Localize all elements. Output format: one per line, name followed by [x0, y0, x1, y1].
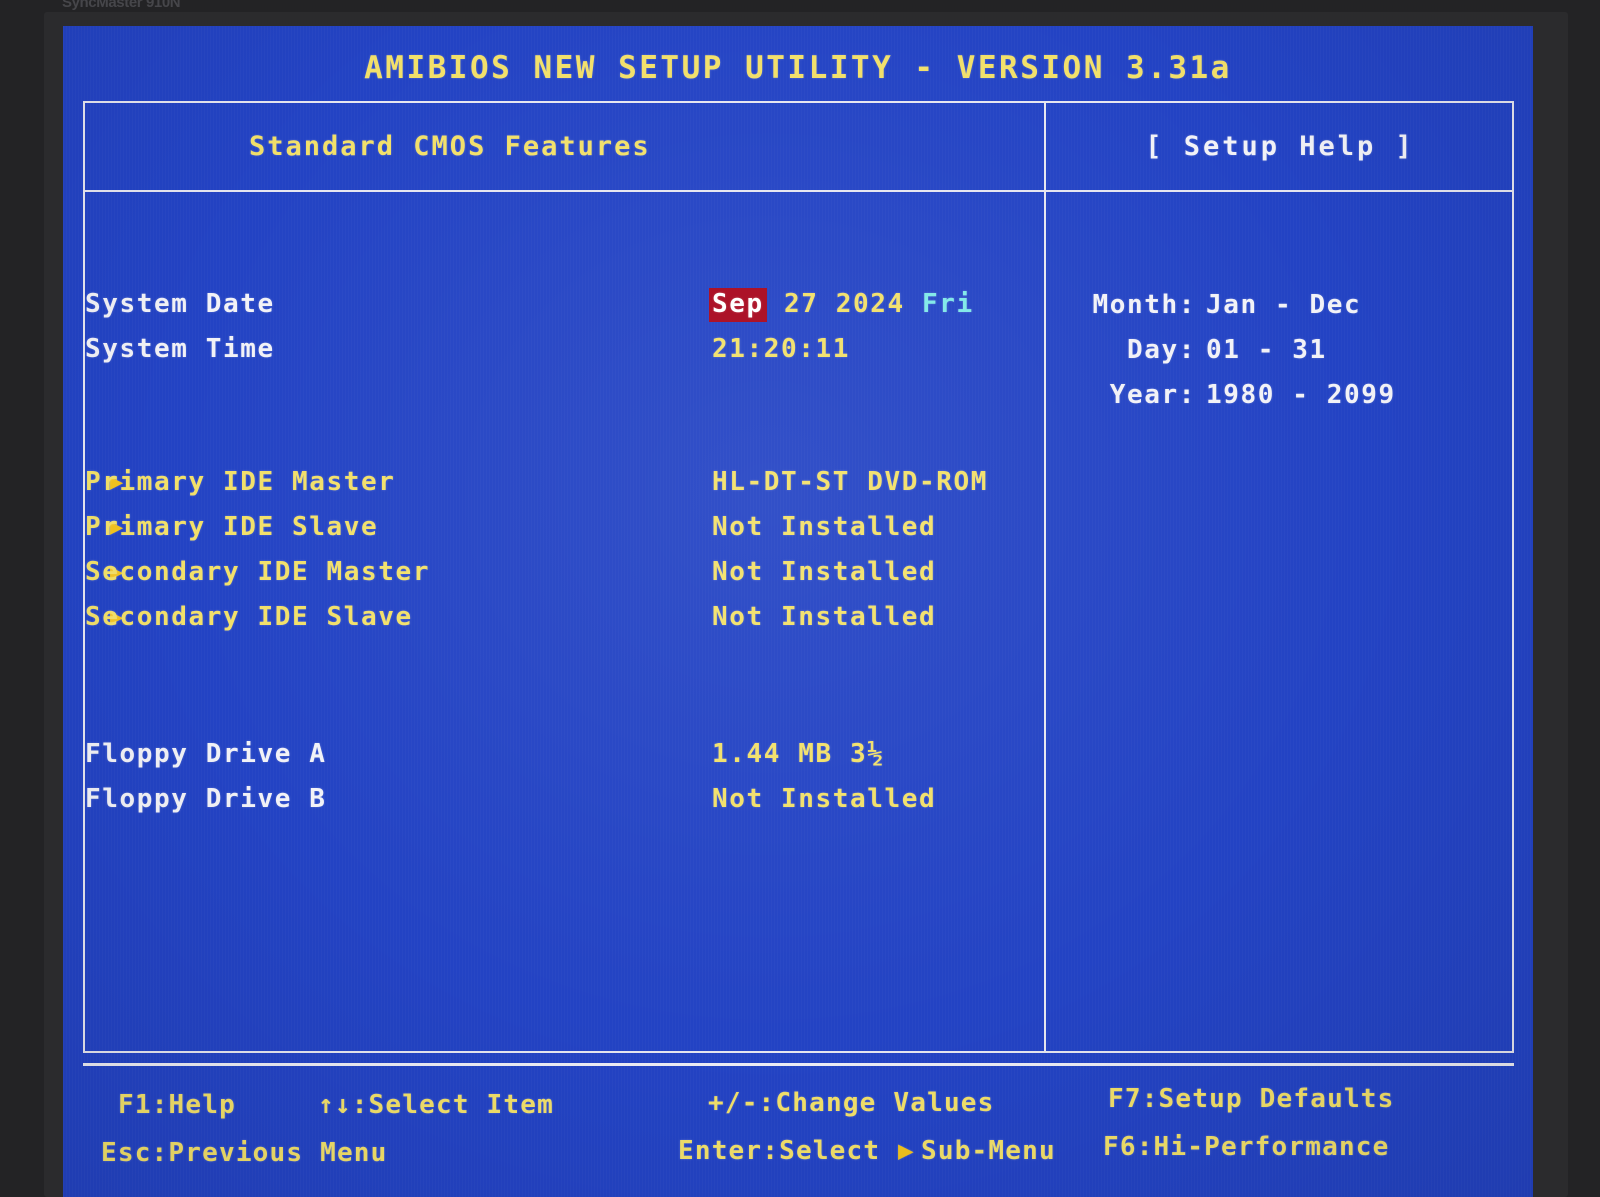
footer-hi-performance[interactable]: F6:Hi-Performance — [1103, 1132, 1390, 1162]
setting-label-secondary-ide-slave: Secondary IDE Slave — [85, 602, 413, 632]
setting-row-floppy-drive-a[interactable]: Floppy Drive A 1.44 MB 3½ — [85, 739, 1044, 784]
setup-help-panel: Month: Jan - Dec Day: 01 - 31 Year: 1980 - 20… — [1046, 194, 1514, 1053]
setting-value-secondary-ide-master[interactable]: Not Installed — [712, 557, 936, 587]
value-segment: Fri — [922, 289, 974, 319]
value-segment: 27 2024 — [766, 289, 923, 319]
help-month-range: Jan - Dec — [1206, 290, 1362, 320]
setting-row-system-date[interactable]: System Date Sep 27 2024 Fri — [85, 288, 1044, 334]
setting-row-floppy-drive-b[interactable]: Floppy Drive B Not Installed — [85, 784, 1044, 829]
help-year-key: Year: — [1109, 380, 1196, 410]
footer-setup-defaults[interactable]: F7:Setup Defaults — [1108, 1084, 1395, 1114]
setting-value-primary-ide-slave[interactable]: Not Installed — [712, 512, 936, 542]
monitor-brand-label: SyncMaster 910N — [62, 0, 181, 11]
setting-row-secondary-ide-master[interactable]: ▶ Secondary IDE Master Not Installed — [85, 557, 1044, 602]
footer-previous-menu[interactable]: Esc:Previous Menu — [101, 1138, 388, 1168]
bios-main-panel: Standard CMOS Features [ Setup Help ] Sy… — [83, 101, 1514, 1053]
value-segment: Not Installed — [712, 512, 937, 542]
setting-label-primary-ide-master: Primary IDE Master — [85, 467, 396, 497]
value-segment: HL-DT-ST DVD-ROM — [712, 467, 989, 497]
setting-value-primary-ide-master[interactable]: HL-DT-ST DVD-ROM — [712, 467, 988, 497]
setting-label-system-time: System Time — [85, 334, 275, 364]
selected-field-highlight: Sep — [709, 288, 767, 322]
value-segment: 21:20:11 — [712, 334, 851, 364]
setting-row-primary-ide-master[interactable]: ▶ Primary IDE Master HL-DT-ST DVD-ROM — [85, 467, 1044, 512]
footer-f1-help[interactable]: F1:Help — [118, 1090, 236, 1120]
help-year-range: 1980 - 2099 — [1206, 380, 1396, 410]
footer-sub-menu-arrow[interactable]: ▶ — [898, 1136, 915, 1166]
setting-value-floppy-drive-a[interactable]: 1.44 MB 3½ — [712, 739, 885, 769]
setting-label-floppy-drive-b: Floppy Drive B — [85, 784, 327, 814]
footer-sub-menu[interactable]: Sub-Menu — [921, 1136, 1056, 1166]
footer-select-item[interactable]: ↑↓:Select Item — [318, 1090, 554, 1120]
monitor-bezel: SyncMaster 910N AMIBIOS NEW SETUP UTILIT… — [0, 0, 1600, 1197]
setting-row-primary-ide-slave[interactable]: ▶ Primary IDE Slave Not Installed — [85, 512, 1044, 557]
setting-value-floppy-drive-b[interactable]: Not Installed — [712, 784, 936, 814]
setting-row-system-time[interactable]: System Time 21:20:11 — [85, 334, 1044, 379]
footer-separator — [83, 1063, 1514, 1066]
value-segment: Not Installed — [712, 602, 937, 632]
setting-label-system-date: System Date — [85, 289, 275, 319]
setting-value-system-time[interactable]: 21:20:11 — [712, 334, 850, 364]
value-segment: 1.44 MB 3½ — [712, 739, 885, 769]
footer-change-values[interactable]: +/-:Change Values — [708, 1088, 995, 1118]
bios-title: AMIBIOS NEW SETUP UTILITY - VERSION 3.31… — [364, 50, 1232, 86]
value-segment: Not Installed — [712, 557, 937, 587]
setting-label-secondary-ide-master: Secondary IDE Master — [85, 557, 431, 587]
value-segment: Not Installed — [712, 784, 937, 814]
settings-list: System Date Sep 27 2024 Fri System Time 21:… — [85, 194, 1044, 1053]
setting-value-secondary-ide-slave[interactable]: Not Installed — [712, 602, 936, 632]
setting-label-floppy-drive-a: Floppy Drive A — [85, 739, 327, 769]
setting-row-secondary-ide-slave[interactable]: ▶ Secondary IDE Slave Not Installed — [85, 602, 1044, 647]
footer-key-legend: F1:Help ↑↓:Select Item +/-:Change Values F7… — [63, 1072, 1533, 1192]
help-day-key: Day: — [1126, 335, 1196, 365]
setting-value-system-date[interactable]: Sep 27 2024 Fri — [709, 288, 974, 322]
help-day-range: 01 - 31 — [1206, 335, 1327, 365]
setting-label-primary-ide-slave: Primary IDE Slave — [85, 512, 379, 542]
setup-help-title: [ Setup Help ] — [1145, 131, 1415, 162]
bios-screen: AMIBIOS NEW SETUP UTILITY - VERSION 3.31… — [63, 26, 1533, 1197]
help-month-key: Month: — [1092, 290, 1196, 320]
page-title: Standard CMOS Features — [249, 131, 651, 162]
footer-enter-select[interactable]: Enter:Select — [678, 1136, 897, 1166]
